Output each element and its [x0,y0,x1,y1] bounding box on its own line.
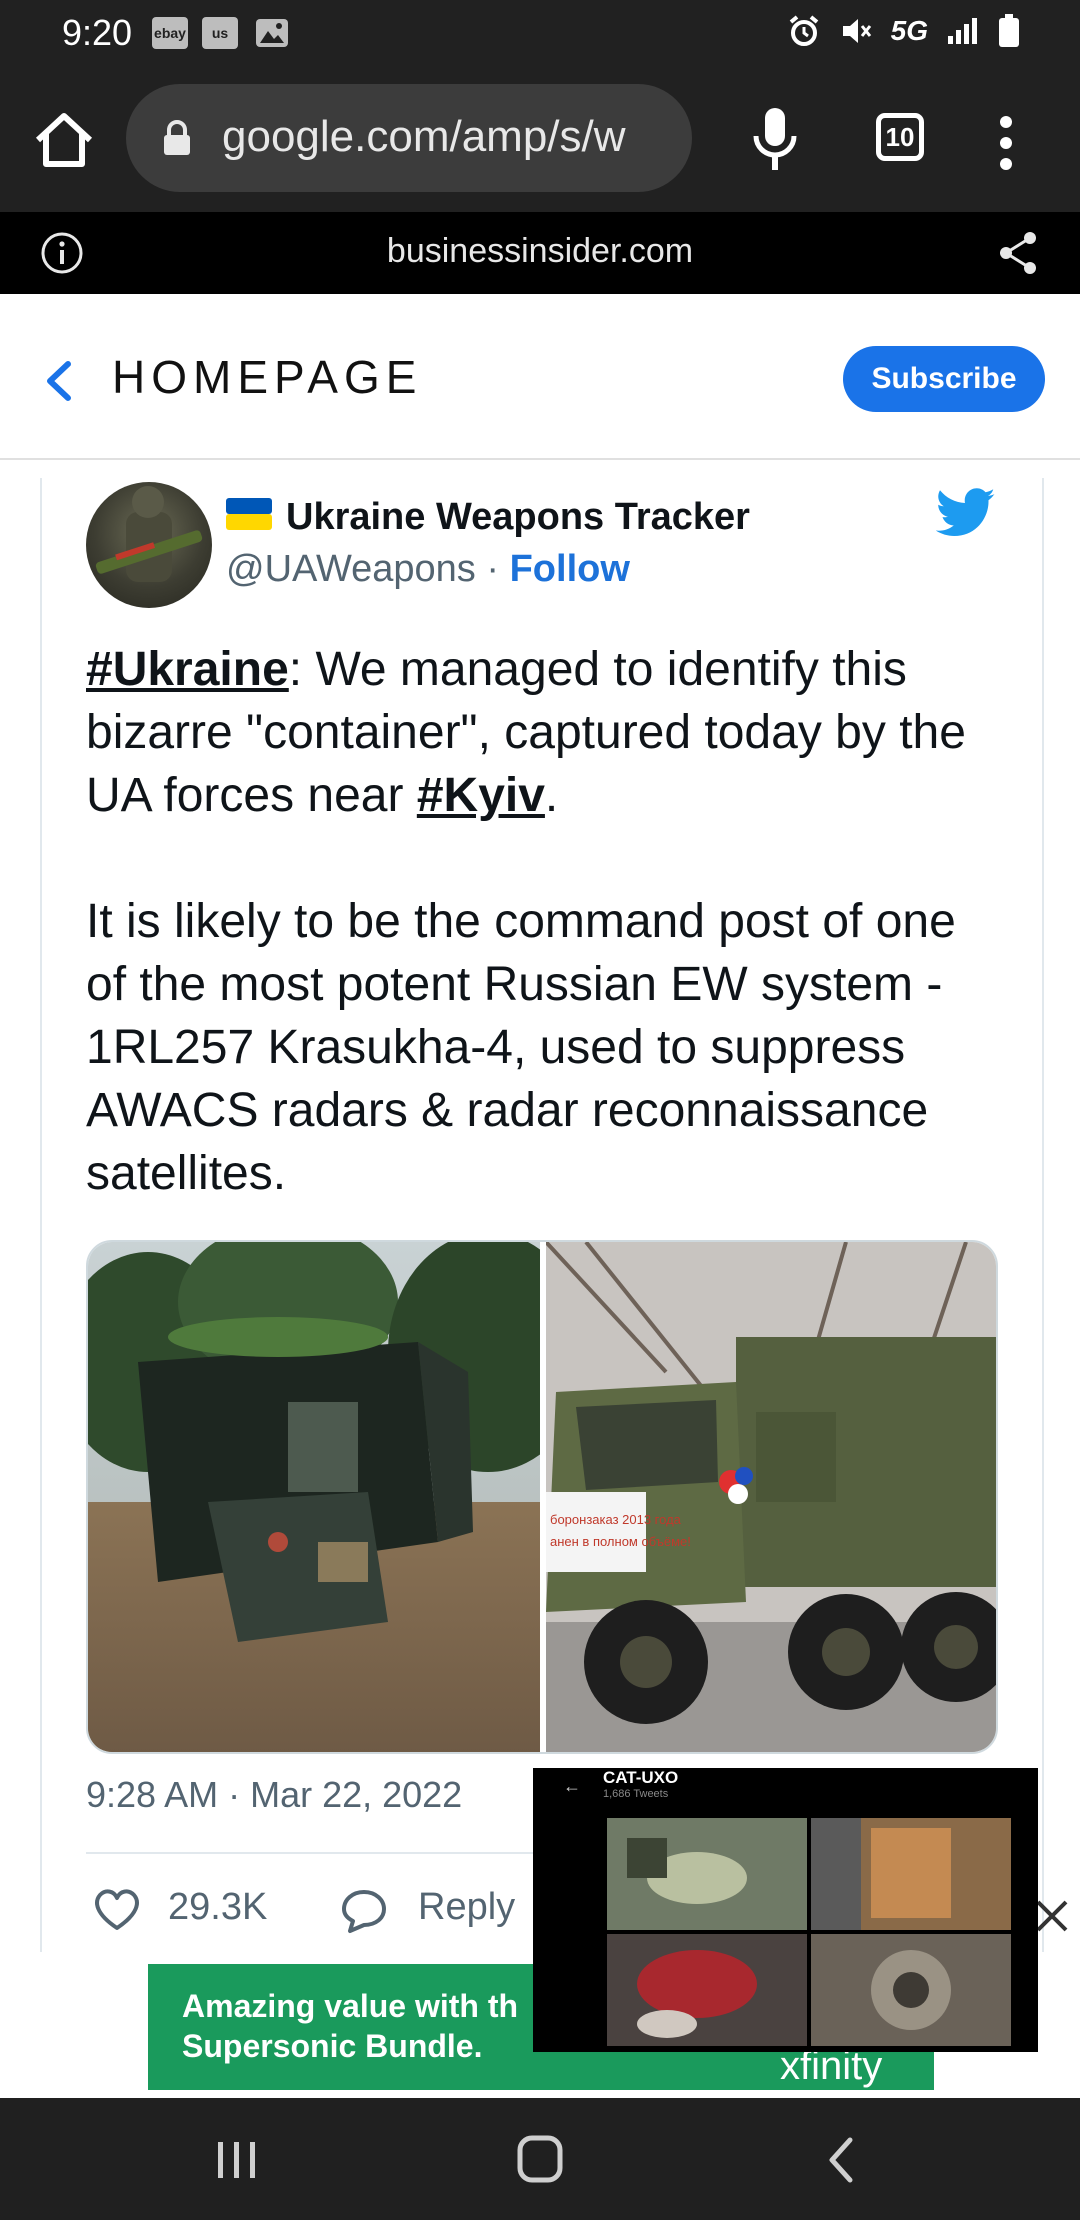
truck-banner-line2: анен в полном объёме! [550,1534,691,1549]
back-icon [829,2137,853,2183]
avatar[interactable] [86,482,212,608]
signal-icon [948,18,977,44]
hashtag-kyiv-link[interactable]: #Kyiv [417,769,545,822]
tweet-paragraph-2: It is likely to be the command post of o… [86,895,956,1200]
alarm-icon [789,15,818,46]
amp-domain[interactable]: businessinsider.com [0,232,1080,271]
ukraine-flag-icon [226,498,272,530]
tweet-media: боронзаказ 2013 года анен в полном объём… [86,1240,998,1754]
hashtag-ukraine-link[interactable]: #Ukraine [86,643,289,696]
image-notification-icon [254,17,290,49]
more-vert-icon [1000,116,1012,170]
media-photo-container[interactable] [88,1242,588,1752]
back-chevron-icon[interactable] [38,356,78,406]
page-header: HOMEPAGE Subscribe [0,294,1080,460]
url-text: google.com/amp/s/w [222,112,626,161]
homepage-link[interactable]: HOMEPAGE [112,350,422,404]
reply-bubble-icon[interactable] [340,1888,388,1934]
system-nav-bar [0,2098,1080,2220]
like-count[interactable]: 29.3K [168,1886,267,1929]
recents-icon [218,2142,255,2178]
status-time: 9:20 [62,12,133,53]
ad-close-button[interactable] [1032,1896,1072,1936]
ebay-notification-icon: ebay [152,17,188,49]
tweet-timestamp[interactable]: 9:28 AM · Mar 22, 2022 [86,1774,462,1816]
tab-switcher-button[interactable]: 10 [876,113,924,161]
us-notification-icon: us [202,17,238,49]
amp-header-bar: businessinsider.com [0,212,1080,294]
ad-text: Amazing value with th Supersonic Bundle. [182,1986,518,2066]
recent-apps-button[interactable] [214,2140,260,2180]
voice-search-button[interactable] [752,106,798,176]
embedded-tweet: Ukraine Weapons Tracker @UAWeapons · Fol… [40,478,1044,1958]
home-icon [35,113,93,167]
video-frame-2 [811,1818,1011,1930]
ad-text-line1: Amazing value with th [182,1988,519,2024]
browser-toolbar: google.com/amp/s/w 10 [0,66,1080,212]
address-bar[interactable]: google.com/amp/s/w [126,84,692,192]
home-square-icon [517,2135,563,2183]
microphone-icon [753,108,797,170]
video-title: CAT-UXO [603,1768,679,1787]
tweet-text: #Ukraine: We managed to identify this bi… [86,638,1006,1205]
close-icon [1036,1900,1068,1932]
info-icon[interactable] [40,231,84,275]
author-handle[interactable]: @UAWeapons [226,548,476,590]
status-bar: 9:20 ebay us 5G [0,0,1080,66]
video-frame-1 [607,1818,807,1930]
ad-text-line2: Supersonic Bundle. [182,2028,483,2064]
truck-banner-line1: боронзаказ 2013 года [550,1512,682,1527]
lock-icon [162,120,192,156]
reply-button[interactable]: Reply [418,1886,515,1929]
author-handle-row: @UAWeapons · Follow [226,548,630,591]
heart-icon[interactable] [92,1888,142,1932]
video-frame-4 [811,1934,1011,2046]
follow-link[interactable]: Follow [510,548,630,590]
subscribe-button[interactable]: Subscribe [843,346,1045,412]
video-subtitle: 1,686 Tweets [603,1788,669,1800]
mute-icon [842,19,871,43]
share-icon[interactable] [996,230,1040,276]
5g-icon: 5G [890,15,928,46]
twitter-logo-icon[interactable] [935,488,996,538]
handle-separator: · [475,548,510,590]
status-right-icons: 5G [787,14,1020,48]
browser-menu-button[interactable] [994,108,1018,178]
author-name[interactable]: Ukraine Weapons Tracker [286,496,750,539]
tweet-text-part2: . [544,769,559,822]
system-back-button[interactable] [826,2136,856,2184]
battery-icon [999,14,1019,47]
system-home-button[interactable] [516,2134,564,2184]
home-button[interactable] [30,106,98,174]
video-back-icon[interactable]: ← [563,1776,581,1797]
media-photo-truck[interactable]: боронзаказ 2013 года анен в полном объём… [544,1242,996,1752]
floating-video-player[interactable]: ← CAT-UXO 1,686 Tweets [533,1768,1038,2052]
video-frame-3 [607,1934,807,2046]
